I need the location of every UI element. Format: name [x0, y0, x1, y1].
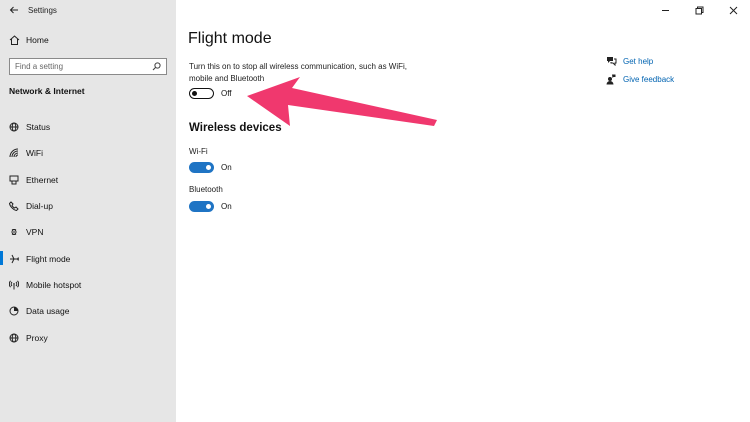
annotation-arrow-icon: [247, 77, 437, 126]
